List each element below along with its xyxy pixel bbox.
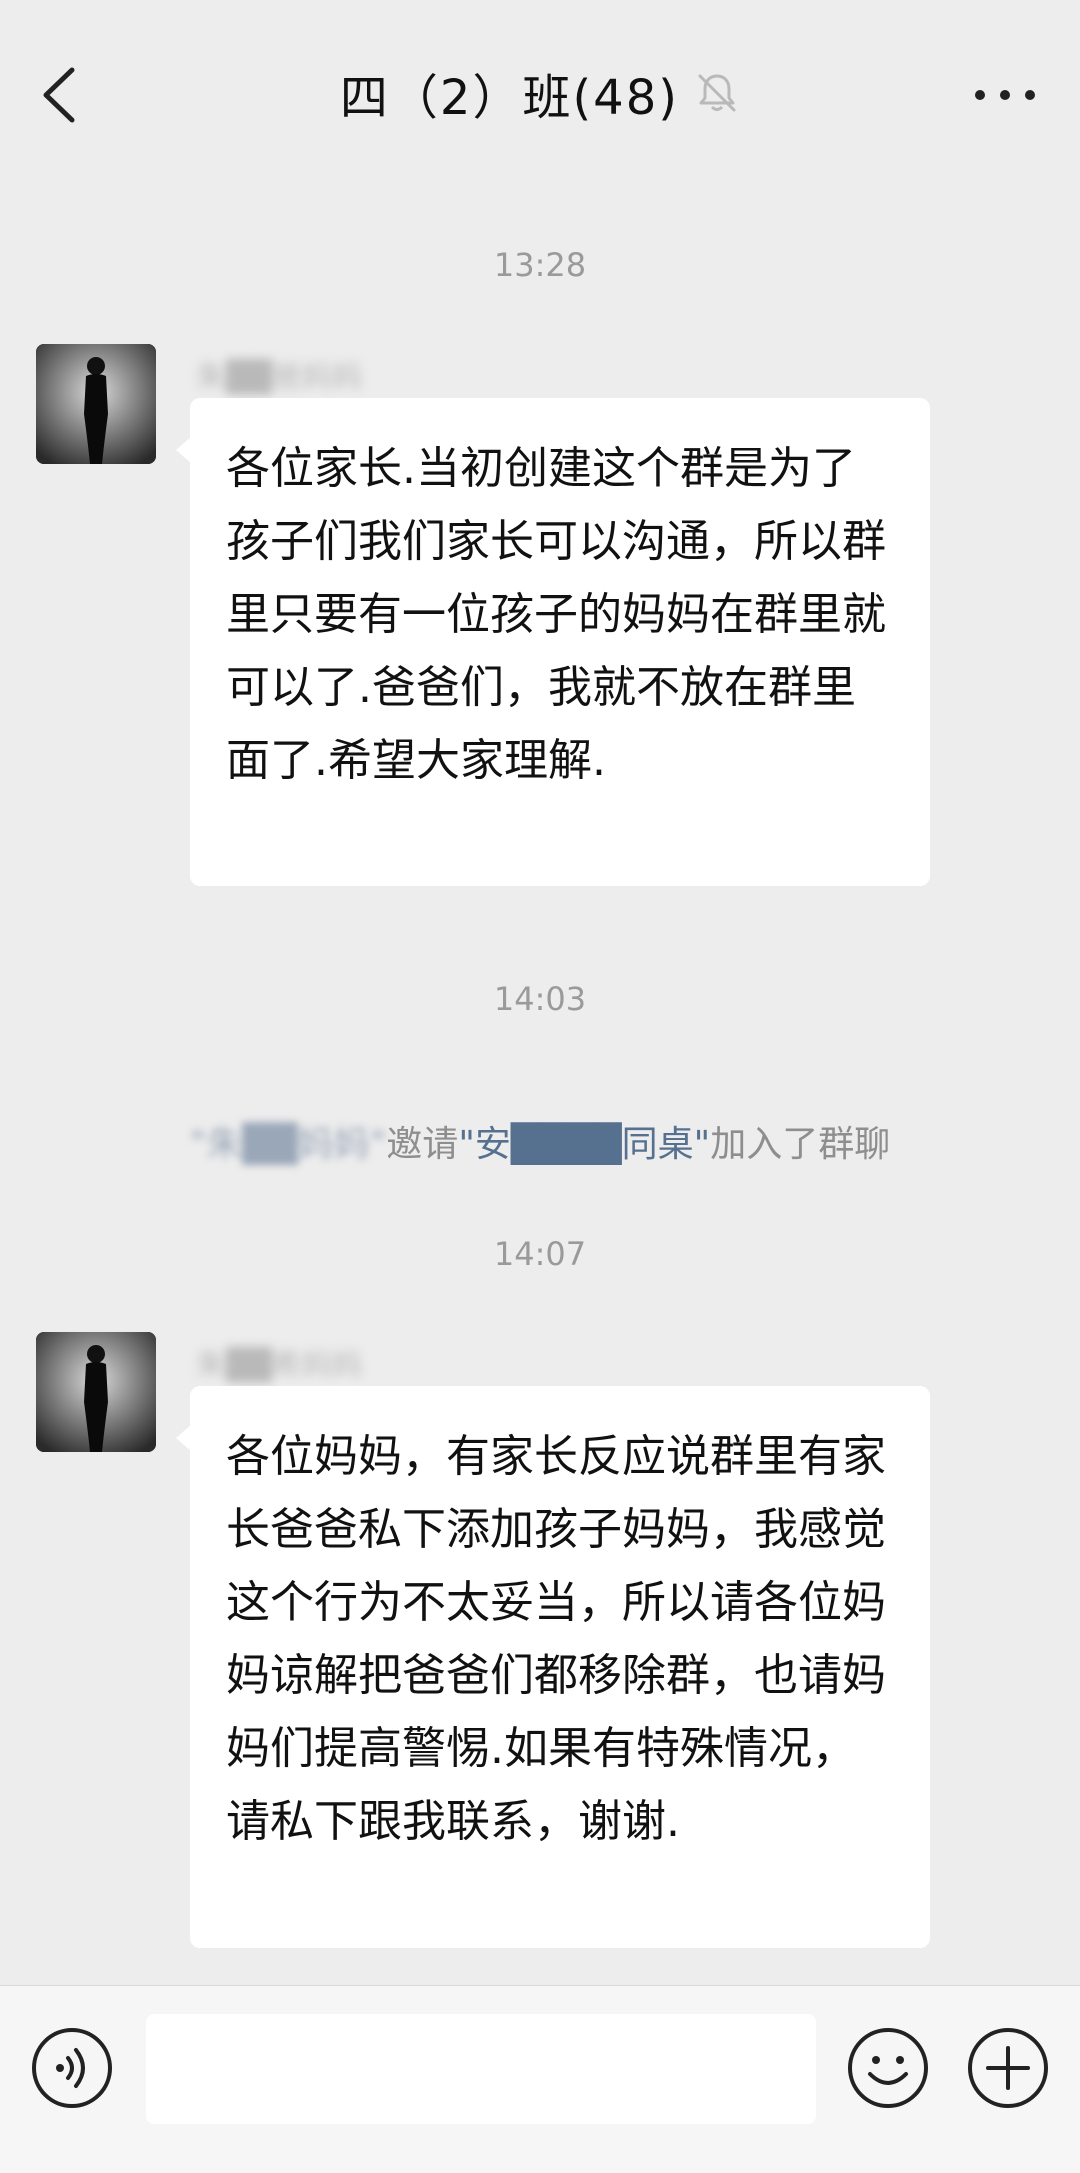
timestamp: 14:03 xyxy=(493,980,587,1018)
message-bubble[interactable]: 各位家长.当初创建这个群是为了孩子们我们家长可以沟通，所以群里只要有一位孩子的妈… xyxy=(176,398,930,886)
bell-muted-icon xyxy=(698,74,736,112)
avatar[interactable] xyxy=(36,344,156,464)
system-message: "朱██妈妈"邀请"安████同桌"加入了群聊 xyxy=(0,1115,1080,1167)
emoji-icon[interactable] xyxy=(846,2026,930,2110)
sender-name: 朱██希妈妈 xyxy=(196,1348,363,1383)
voice-icon[interactable] xyxy=(30,2026,114,2110)
joined-text: 加入了群聊 xyxy=(710,1124,891,1165)
chat-title: 四（2）班(48) xyxy=(339,70,679,126)
message-bubble[interactable]: 各位妈妈，有家长反应说群里有家长爸爸私下添加孩子妈妈，我感觉这个行为不太妥当，所… xyxy=(176,1386,930,1948)
input-bar xyxy=(0,1985,1080,2173)
chat-header: 四（2）班(48) xyxy=(0,0,1080,190)
plus-circle-icon[interactable] xyxy=(966,2026,1050,2110)
title-wrap: 四（2）班(48) xyxy=(0,58,1080,138)
more-dots-icon[interactable] xyxy=(970,80,1040,110)
invitee-name[interactable]: "安████同桌" xyxy=(458,1124,710,1165)
sender-name: 朱██爸妈妈 xyxy=(196,360,363,395)
avatar-image xyxy=(36,344,156,464)
invite-text: 邀请 xyxy=(386,1124,459,1165)
message-input[interactable] xyxy=(146,2014,816,2124)
timestamp: 14:07 xyxy=(493,1235,587,1273)
timestamp: 13:28 xyxy=(493,246,587,284)
avatar-image xyxy=(36,1332,156,1452)
inviter-name: "朱██妈妈" xyxy=(189,1124,387,1165)
avatar[interactable] xyxy=(36,1332,156,1452)
